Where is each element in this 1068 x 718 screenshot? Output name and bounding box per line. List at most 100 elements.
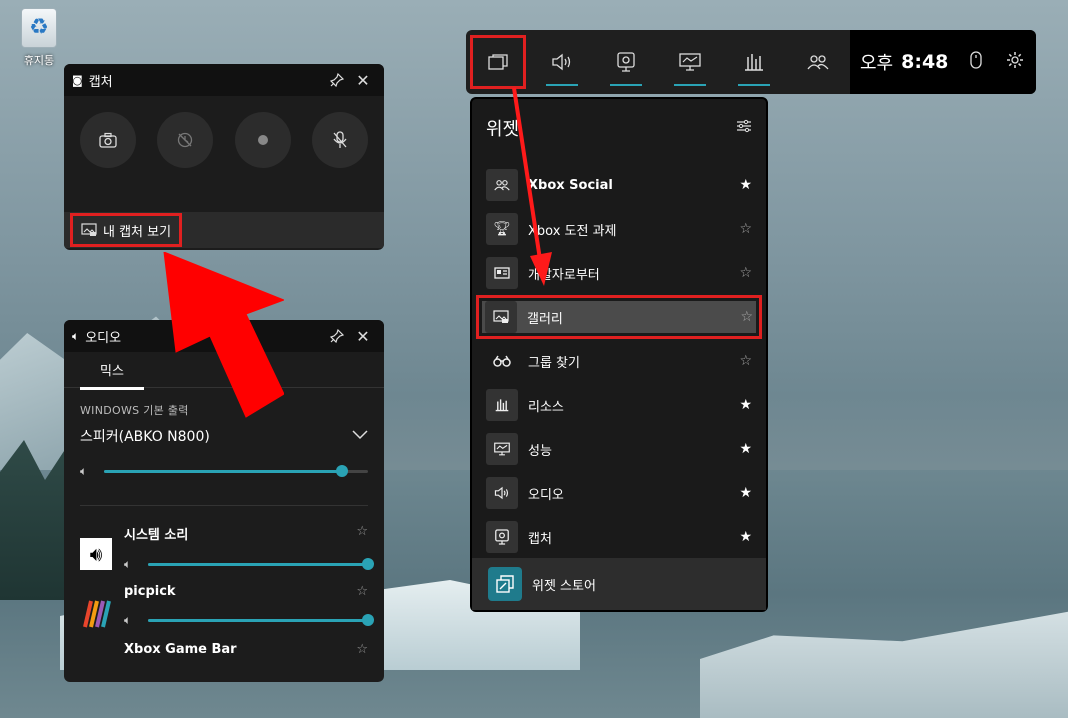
performance-icon bbox=[486, 433, 518, 465]
widget-store-label: 위젯 스토어 bbox=[532, 578, 596, 594]
capture-widget: ◙ 캡처 ✕ 내 캡처 보기 bbox=[64, 64, 384, 250]
performance-icon bbox=[679, 53, 701, 71]
volume-icon: 🔈︎ bbox=[124, 613, 132, 627]
gallery-icon bbox=[485, 301, 517, 333]
binoculars-icon bbox=[486, 345, 518, 377]
slider-thumb[interactable] bbox=[335, 465, 348, 477]
slider-thumb[interactable] bbox=[362, 558, 374, 570]
clock-time: 8:48 bbox=[901, 51, 949, 73]
record-icon bbox=[257, 135, 268, 145]
widget-item-audio[interactable]: 오디오 ★ bbox=[478, 471, 760, 515]
close-icon[interactable]: ✕ bbox=[350, 323, 376, 349]
widget-item-label: 리소스 bbox=[528, 399, 564, 415]
widget-menu-button[interactable] bbox=[466, 30, 530, 94]
widget-item-label: 갤러리 bbox=[527, 311, 563, 327]
star-icon[interactable]: ☆ bbox=[739, 221, 752, 237]
widget-item-performance[interactable]: 성능 ★ bbox=[478, 427, 760, 471]
app-name: 시스템 소리 bbox=[124, 528, 189, 543]
record-button[interactable] bbox=[234, 112, 291, 168]
xbox-game-bar-icon bbox=[80, 642, 112, 674]
audio-toggle-button[interactable] bbox=[530, 30, 594, 94]
widget-item-label: Xbox Social bbox=[528, 177, 613, 193]
speaker-icon: 🔈︎ bbox=[72, 328, 80, 343]
app-name: picpick bbox=[124, 584, 176, 599]
performance-toggle-button[interactable] bbox=[658, 30, 722, 94]
annotation-arrow-large bbox=[163, 252, 284, 418]
capture-footer: 내 캡처 보기 bbox=[64, 212, 384, 248]
output-device-name: 스피커(ABKO N800) bbox=[80, 429, 210, 445]
screenshot-button[interactable] bbox=[80, 112, 136, 168]
app-volume-row: Xbox Game Bar ☆ bbox=[64, 636, 384, 680]
recycle-bin-icon: ♻ bbox=[21, 8, 57, 48]
clock-ampm: 오후 bbox=[860, 53, 894, 74]
star-icon[interactable]: ★ bbox=[739, 177, 752, 193]
widget-item-label: 성능 bbox=[528, 443, 552, 459]
view-captures-label: 내 캡처 보기 bbox=[103, 224, 172, 240]
audio-icon bbox=[486, 477, 518, 509]
app-name: Xbox Game Bar bbox=[124, 642, 237, 657]
chevron-down-icon bbox=[352, 428, 368, 444]
star-icon[interactable]: ☆ bbox=[356, 642, 368, 657]
close-icon[interactable]: ✕ bbox=[350, 67, 376, 93]
system-sounds-icon: 🔊︎ bbox=[80, 538, 112, 570]
store-icon bbox=[488, 567, 522, 601]
annotation-arrow-thin bbox=[512, 87, 552, 286]
star-icon[interactable]: ☆ bbox=[356, 584, 368, 599]
resources-icon bbox=[486, 389, 518, 421]
sliders-icon[interactable] bbox=[736, 119, 752, 137]
widget-item-resources[interactable]: 리소스 ★ bbox=[478, 383, 760, 427]
view-captures-button[interactable]: 내 캡처 보기 bbox=[70, 213, 183, 247]
audio-icon bbox=[552, 53, 571, 71]
widget-item-label: 캡처 bbox=[528, 531, 552, 547]
star-icon[interactable]: ☆ bbox=[356, 524, 368, 543]
app-volume-row: picpick ☆ 🔈︎ bbox=[64, 578, 384, 636]
star-icon[interactable]: ☆ bbox=[739, 265, 752, 281]
resources-icon bbox=[745, 54, 763, 71]
resources-toggle-button[interactable] bbox=[722, 30, 786, 94]
capture-title: 캡처 bbox=[88, 74, 113, 90]
game-bar: 오후 8:48 bbox=[466, 30, 1036, 94]
widget-item-label: Xbox 도전 과제 bbox=[528, 223, 617, 239]
pin-icon[interactable] bbox=[324, 323, 350, 349]
widget-store-button[interactable]: 위젯 스토어 bbox=[472, 558, 766, 610]
widget-menu-icon bbox=[488, 54, 508, 70]
widget-item-capture[interactable]: 캡처 ★ bbox=[478, 515, 760, 559]
record-last-icon bbox=[178, 132, 193, 148]
capture-icon bbox=[617, 52, 635, 72]
gallery-icon bbox=[81, 223, 97, 236]
pin-icon[interactable] bbox=[324, 67, 350, 93]
mouse-icon[interactable] bbox=[970, 51, 983, 73]
recycle-bin-label: 휴지통 bbox=[23, 54, 55, 67]
app-volume-row: 🔊︎ 시스템 소리 ☆ 🔈︎ bbox=[64, 518, 384, 578]
gear-icon[interactable] bbox=[1006, 51, 1024, 73]
app-volume-slider[interactable] bbox=[148, 614, 374, 626]
record-last-button[interactable] bbox=[157, 112, 214, 168]
camera-icon bbox=[99, 132, 117, 148]
social-icon bbox=[807, 55, 829, 70]
star-icon[interactable]: ★ bbox=[739, 397, 752, 413]
capture-icon bbox=[486, 521, 518, 553]
widget-item-gallery[interactable]: 갤러리 ☆ bbox=[476, 295, 762, 339]
clock-area: 오후 8:48 bbox=[850, 30, 1036, 94]
master-volume-row: 🔈︎ bbox=[64, 450, 384, 493]
master-volume-slider[interactable] bbox=[104, 465, 368, 477]
widget-item-lfg[interactable]: 그룹 찾기 ☆ bbox=[478, 339, 760, 383]
star-icon[interactable]: ☆ bbox=[739, 353, 752, 369]
star-icon[interactable]: ★ bbox=[739, 529, 752, 545]
mic-toggle-button[interactable] bbox=[311, 112, 368, 168]
mic-off-icon bbox=[333, 131, 347, 148]
widget-item-label: 그룹 찾기 bbox=[528, 355, 580, 371]
volume-icon: 🔈︎ bbox=[80, 464, 88, 478]
app-volume-slider[interactable] bbox=[148, 558, 374, 570]
capture-icon: ◙ bbox=[72, 73, 83, 87]
picpick-icon bbox=[80, 598, 112, 630]
social-toggle-button[interactable] bbox=[786, 30, 850, 94]
star-icon[interactable]: ☆ bbox=[740, 309, 753, 325]
capture-header: ◙ 캡처 ✕ bbox=[64, 64, 384, 96]
star-icon[interactable]: ★ bbox=[739, 485, 752, 501]
recycle-bin-shortcut[interactable]: ♻ 휴지통 bbox=[14, 8, 64, 68]
volume-icon: 🔈︎ bbox=[124, 557, 132, 571]
star-icon[interactable]: ★ bbox=[739, 441, 752, 457]
capture-toggle-button[interactable] bbox=[594, 30, 658, 94]
slider-thumb[interactable] bbox=[362, 614, 374, 626]
